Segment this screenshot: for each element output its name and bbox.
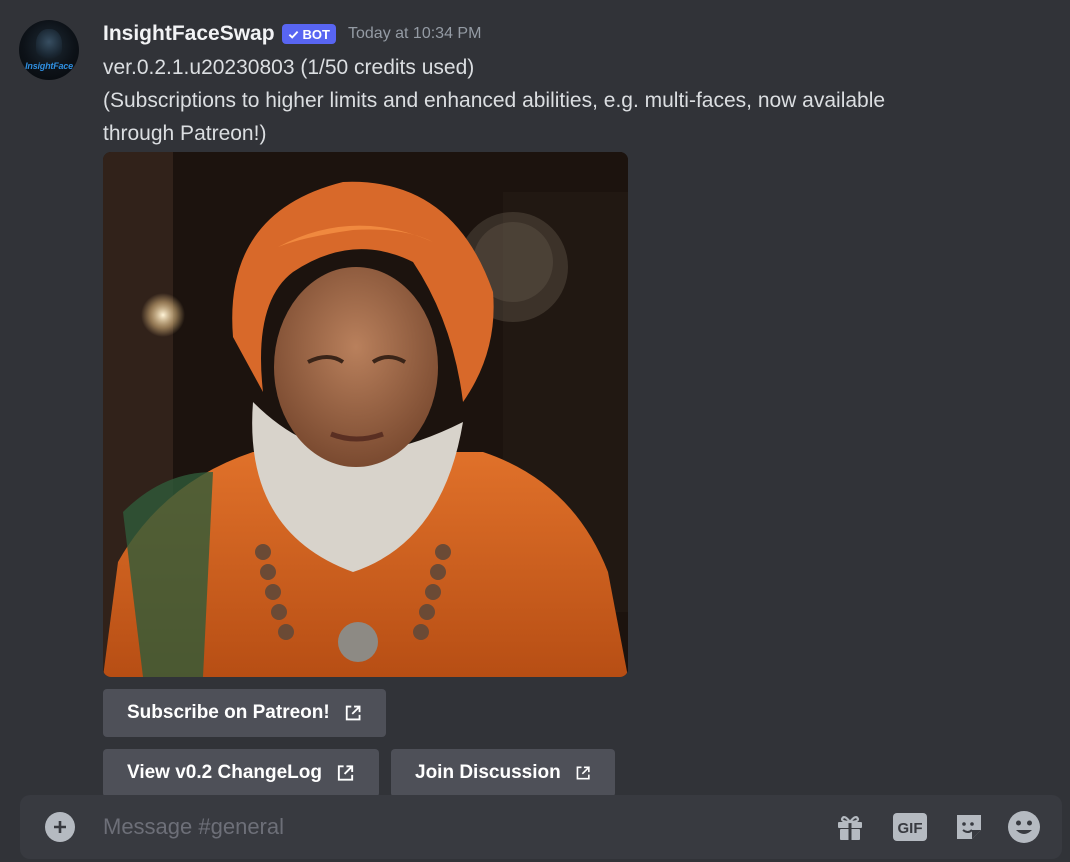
join-discussion-label: Join Discussion	[415, 762, 561, 783]
bot-message: InsightFace InsightFaceSwap BOT Today at…	[0, 0, 1070, 795]
subscribe-patreon-button[interactable]: Subscribe on Patreon!	[103, 689, 386, 737]
sticker-icon[interactable]	[952, 810, 986, 844]
subscribe-patreon-label: Subscribe on Patreon!	[127, 702, 330, 723]
gif-icon-label: GIF	[898, 820, 923, 837]
external-link-icon	[345, 705, 361, 721]
view-changelog-button[interactable]: View v0.2 ChangeLog	[103, 749, 379, 795]
message-line-subscription: (Subscriptions to higher limits and enha…	[103, 89, 886, 112]
message-line-version: ver.0.2.1.u20230803 (1/50 credits used)	[103, 56, 475, 79]
message-timestamp: Today at 10:34 PM	[348, 25, 482, 42]
gift-icon[interactable]	[833, 810, 867, 844]
emoji-icon[interactable]	[1007, 810, 1041, 844]
portrait-image[interactable]	[103, 152, 628, 677]
message-content: ver.0.2.1.u20230803 (1/50 credits used) …	[103, 51, 1003, 150]
plus-icon[interactable]	[45, 812, 75, 842]
message-line-patreon: through Patreon!)	[103, 122, 267, 145]
external-link-icon	[337, 765, 354, 781]
bot-badge: BOT	[281, 24, 336, 44]
external-link-icon	[576, 766, 590, 780]
gif-icon[interactable]: GIF	[893, 810, 927, 844]
bot-badge-label: BOT	[302, 26, 330, 42]
author-name[interactable]: InsightFaceSwap	[103, 22, 275, 46]
view-changelog-label: View v0.2 ChangeLog	[127, 762, 322, 783]
portrait-illustration	[103, 152, 628, 677]
avatar-face	[36, 29, 62, 61]
bot-avatar[interactable]: InsightFace	[19, 20, 79, 80]
join-discussion-button[interactable]: Join Discussion	[391, 749, 615, 795]
avatar-logo-text: InsightFace	[25, 61, 73, 71]
message-header: InsightFaceSwap BOT Today at 10:34 PM	[103, 20, 481, 48]
message-input[interactable]: Message #general	[103, 812, 284, 842]
verified-check-icon	[288, 30, 298, 39]
message-composer: Message #general GIF	[20, 795, 1062, 859]
